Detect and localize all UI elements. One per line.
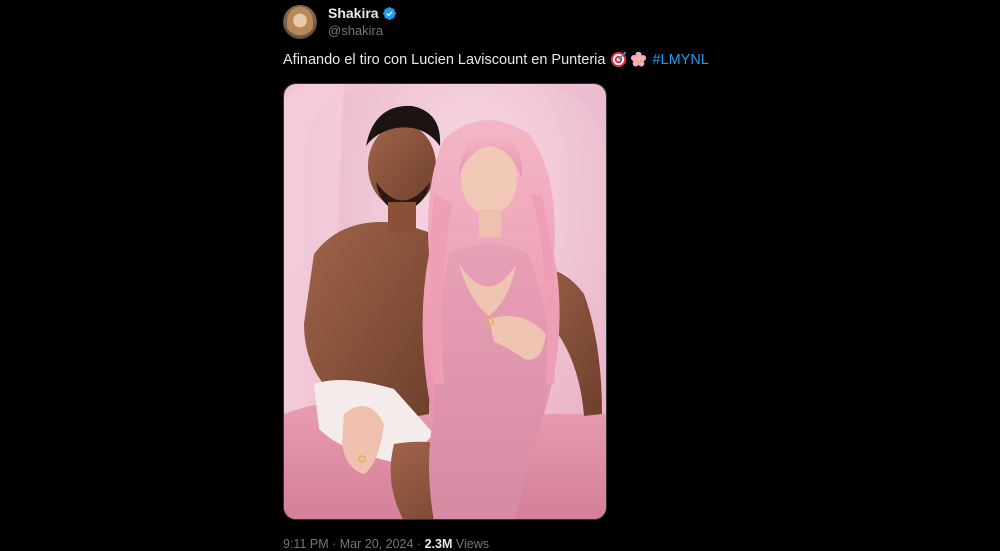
meta-separator: · [332,537,337,551]
display-name-row: Shakira [328,5,397,22]
tweet-time[interactable]: 9:11 PM [283,537,329,551]
tweet-media-photo[interactable] [283,83,607,520]
handle[interactable]: @shakira [328,22,397,39]
tweet-date[interactable]: Mar 20, 2024 [340,537,414,551]
pink-flower-emoji-icon [631,51,647,67]
verified-badge-icon[interactable] [382,6,397,21]
author-names: Shakira @shakira [328,5,397,39]
direct-hit-emoji-icon [611,51,627,68]
tweet-meta: 9:11 PM · Mar 20, 2024 · 2.3M Views [283,537,489,551]
views-count[interactable]: 2.3M [425,537,453,551]
tweet[interactable]: Shakira @shakira Afinando el tiro con Lu… [283,0,723,551]
tweet-text: Afinando el tiro con Lucien Laviscount e… [283,51,743,68]
meta-separator: · [416,537,422,551]
hashtag-link[interactable]: #LMYNL [652,52,708,68]
avatar[interactable] [283,5,317,39]
avatar-image [287,7,313,37]
photo-image [284,84,606,519]
tweet-header: Shakira @shakira [283,4,397,40]
views-label: Views [455,537,489,551]
tweet-body: Afinando el tiro con Lucien Laviscount e… [283,51,606,68]
display-name[interactable]: Shakira [328,5,379,22]
